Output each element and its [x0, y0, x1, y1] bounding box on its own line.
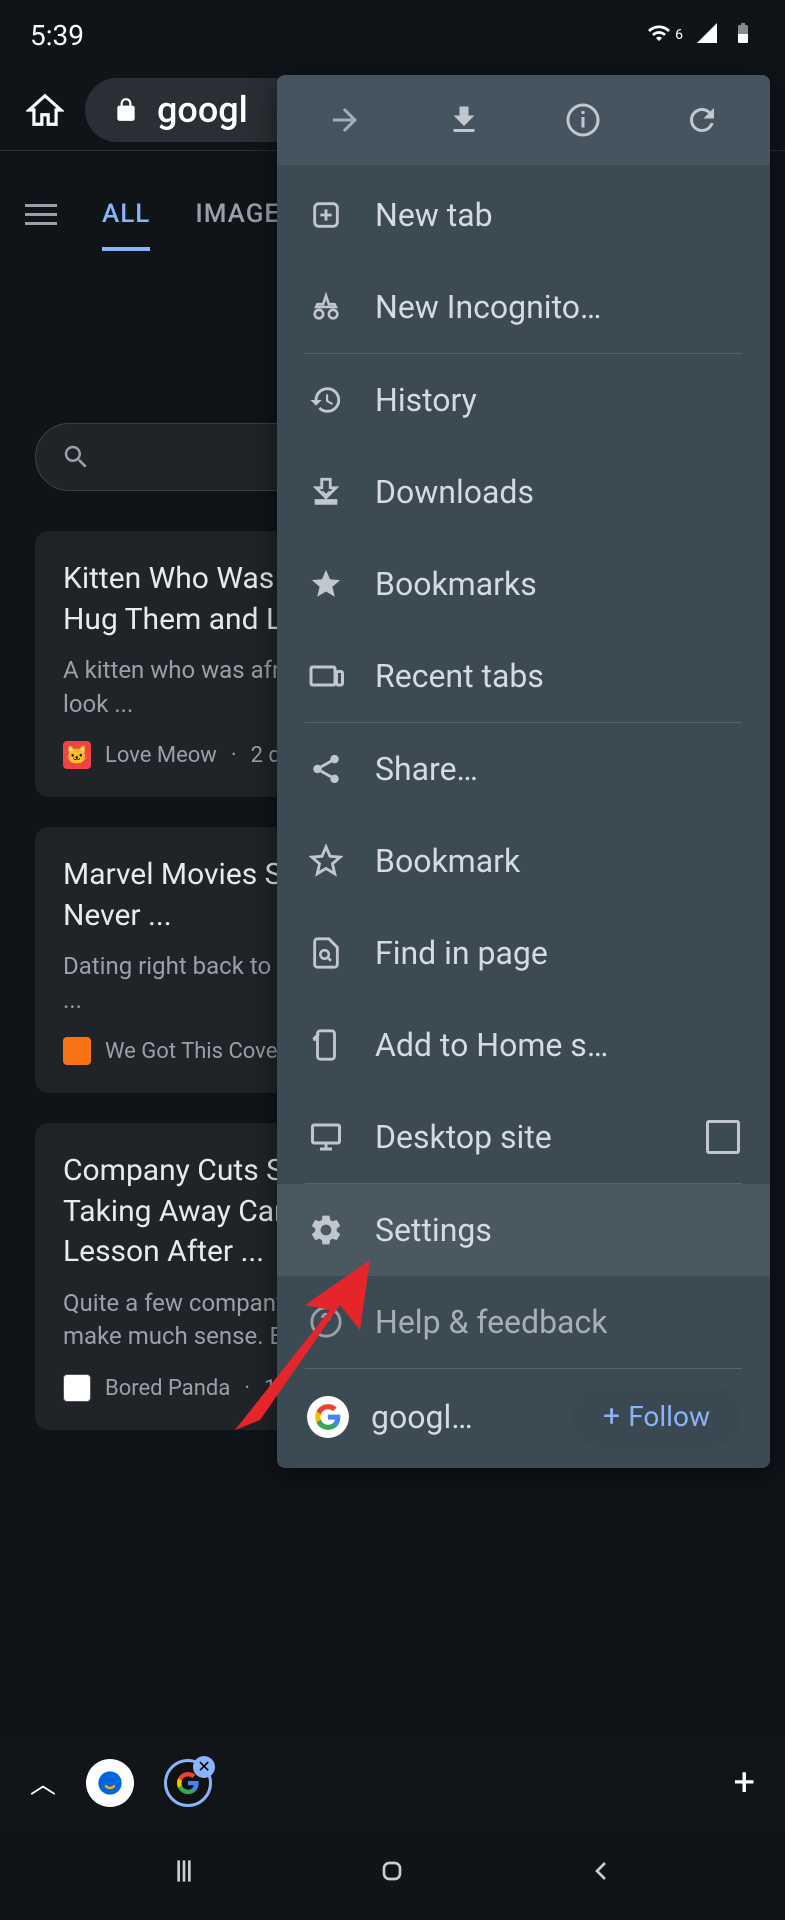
desktop-icon: [307, 1118, 345, 1156]
source-icon: [63, 1037, 91, 1065]
forward-button[interactable]: [323, 98, 367, 142]
menu-item-history[interactable]: History: [277, 354, 770, 446]
find-icon: [307, 934, 345, 972]
follow-site-label: googl…: [371, 1398, 473, 1436]
wifi-badge: 6: [675, 27, 683, 43]
download-button[interactable]: [442, 98, 486, 142]
back-button[interactable]: [585, 1855, 617, 1891]
menu-item-find[interactable]: Find in page: [277, 907, 770, 999]
url-text: googl: [157, 89, 248, 131]
status-bar: 5:39 6: [0, 0, 785, 70]
menu-item-settings[interactable]: Settings: [277, 1184, 770, 1276]
home-button[interactable]: [25, 90, 65, 130]
menu-top-actions: [277, 75, 770, 165]
history-icon: [307, 381, 345, 419]
new-tab-button[interactable]: +: [733, 1761, 755, 1805]
gear-icon: [307, 1211, 345, 1249]
desktop-checkbox[interactable]: [706, 1120, 740, 1154]
status-icons: 6: [647, 19, 755, 52]
add-home-icon: [307, 1026, 345, 1064]
menu-icon[interactable]: [25, 204, 57, 225]
menu-item-bookmark[interactable]: Bookmark: [277, 815, 770, 907]
reload-button[interactable]: [680, 98, 724, 142]
source-icon: 🐱: [63, 741, 91, 769]
menu-item-add-home[interactable]: Add to Home s…: [277, 999, 770, 1091]
tab-strip: ︿ ✕ +: [0, 1740, 785, 1825]
signal-icon: [695, 19, 719, 52]
incognito-icon: [307, 288, 345, 326]
menu-item-share[interactable]: Share…: [277, 723, 770, 815]
menu-item-new-tab[interactable]: New tab: [277, 169, 770, 261]
status-time: 5:39: [30, 19, 84, 52]
android-nav-bar: [0, 1825, 785, 1920]
close-tab-icon[interactable]: ✕: [193, 1756, 215, 1778]
battery-icon: [731, 19, 755, 52]
tab-all[interactable]: ALL: [102, 199, 150, 251]
google-g-icon: [307, 1396, 349, 1438]
source-icon: [63, 1374, 91, 1402]
expand-tabs-icon[interactable]: ︿: [30, 1764, 56, 1801]
star-outline-icon: [307, 842, 345, 880]
info-button[interactable]: [561, 98, 605, 142]
share-icon: [307, 750, 345, 788]
menu-follow-row: googl… + Follow: [277, 1369, 770, 1464]
tab-favicon-active[interactable]: ✕: [164, 1759, 212, 1807]
menu-item-downloads[interactable]: Downloads: [277, 446, 770, 538]
downloads-icon: [307, 473, 345, 511]
tab-favicon[interactable]: [86, 1759, 134, 1807]
recent-tabs-icon: [307, 657, 345, 695]
wifi-icon: [647, 19, 671, 52]
menu-item-help[interactable]: Help & feedback: [277, 1276, 770, 1368]
follow-button[interactable]: + Follow: [573, 1385, 740, 1448]
menu-item-desktop-site[interactable]: Desktop site: [277, 1091, 770, 1183]
help-icon: [307, 1303, 345, 1341]
star-filled-icon: [307, 565, 345, 603]
home-button[interactable]: [376, 1855, 408, 1891]
lock-icon: [113, 97, 139, 123]
new-tab-icon: [307, 196, 345, 234]
menu-item-recent-tabs[interactable]: Recent tabs: [277, 630, 770, 722]
recents-button[interactable]: [168, 1855, 200, 1891]
chrome-menu: New tab New Incognito… History Downloads…: [277, 75, 770, 1468]
menu-item-incognito[interactable]: New Incognito…: [277, 261, 770, 353]
search-icon: [61, 442, 91, 472]
menu-item-bookmarks[interactable]: Bookmarks: [277, 538, 770, 630]
